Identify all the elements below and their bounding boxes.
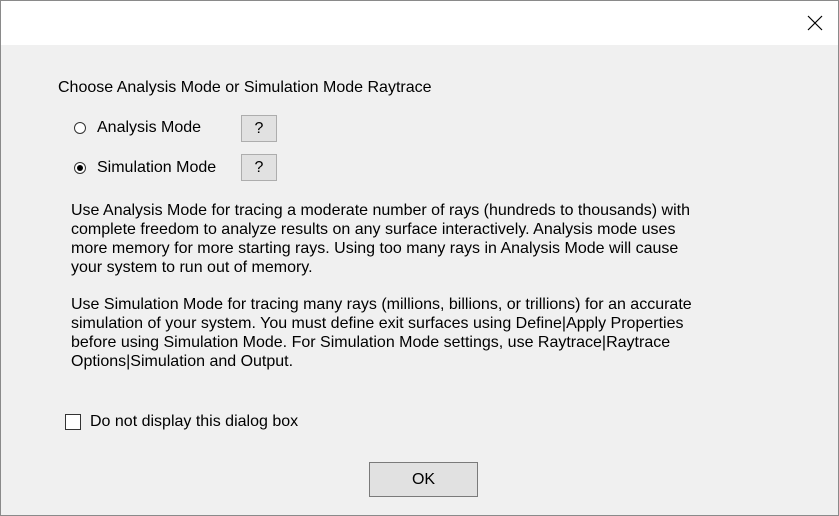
ok-button[interactable]: OK	[369, 462, 478, 497]
analysis-mode-help-button[interactable]: ?	[241, 115, 277, 142]
analysis-mode-description: Use Analysis Mode for tracing a moderate…	[71, 202, 690, 276]
dont-show-option[interactable]: Do not display this dialog box	[65, 412, 298, 432]
analysis-mode-label[interactable]: Analysis Mode	[97, 119, 201, 137]
simulation-mode-option[interactable]: Simulation Mode	[74, 155, 216, 181]
dont-show-label[interactable]: Do not display this dialog box	[90, 413, 298, 431]
analysis-mode-option[interactable]: Analysis Mode	[74, 115, 201, 141]
title-bar	[1, 1, 838, 45]
raytrace-mode-dialog: Choose Analysis Mode or Simulation Mode …	[0, 0, 839, 516]
simulation-mode-description: Use Simulation Mode for tracing many ray…	[71, 296, 692, 370]
simulation-mode-label[interactable]: Simulation Mode	[97, 159, 216, 177]
dialog-heading: Choose Analysis Mode or Simulation Mode …	[58, 79, 432, 96]
simulation-mode-help-button[interactable]: ?	[241, 154, 277, 181]
simulation-mode-radio[interactable]	[74, 162, 86, 174]
analysis-mode-radio[interactable]	[74, 122, 86, 134]
close-icon	[807, 15, 823, 31]
close-button[interactable]	[792, 1, 838, 45]
dont-show-checkbox[interactable]	[65, 414, 81, 430]
